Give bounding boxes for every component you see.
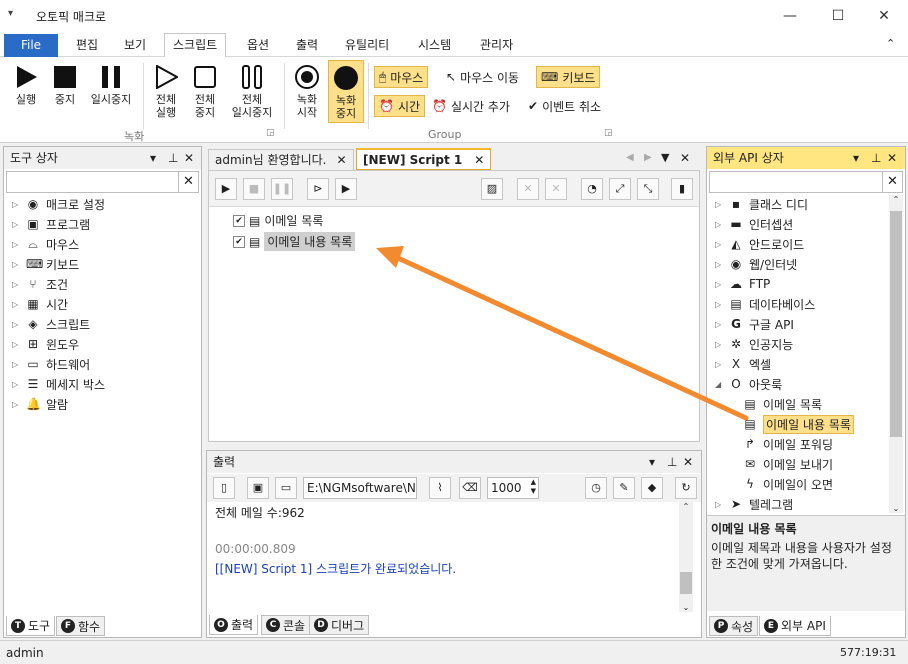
annotation-arrow: [376, 246, 749, 421]
status-bar: admin 577:19:31: [0, 640, 908, 664]
status-user: admin: [6, 646, 44, 660]
status-time: 577:19:31: [840, 646, 897, 659]
